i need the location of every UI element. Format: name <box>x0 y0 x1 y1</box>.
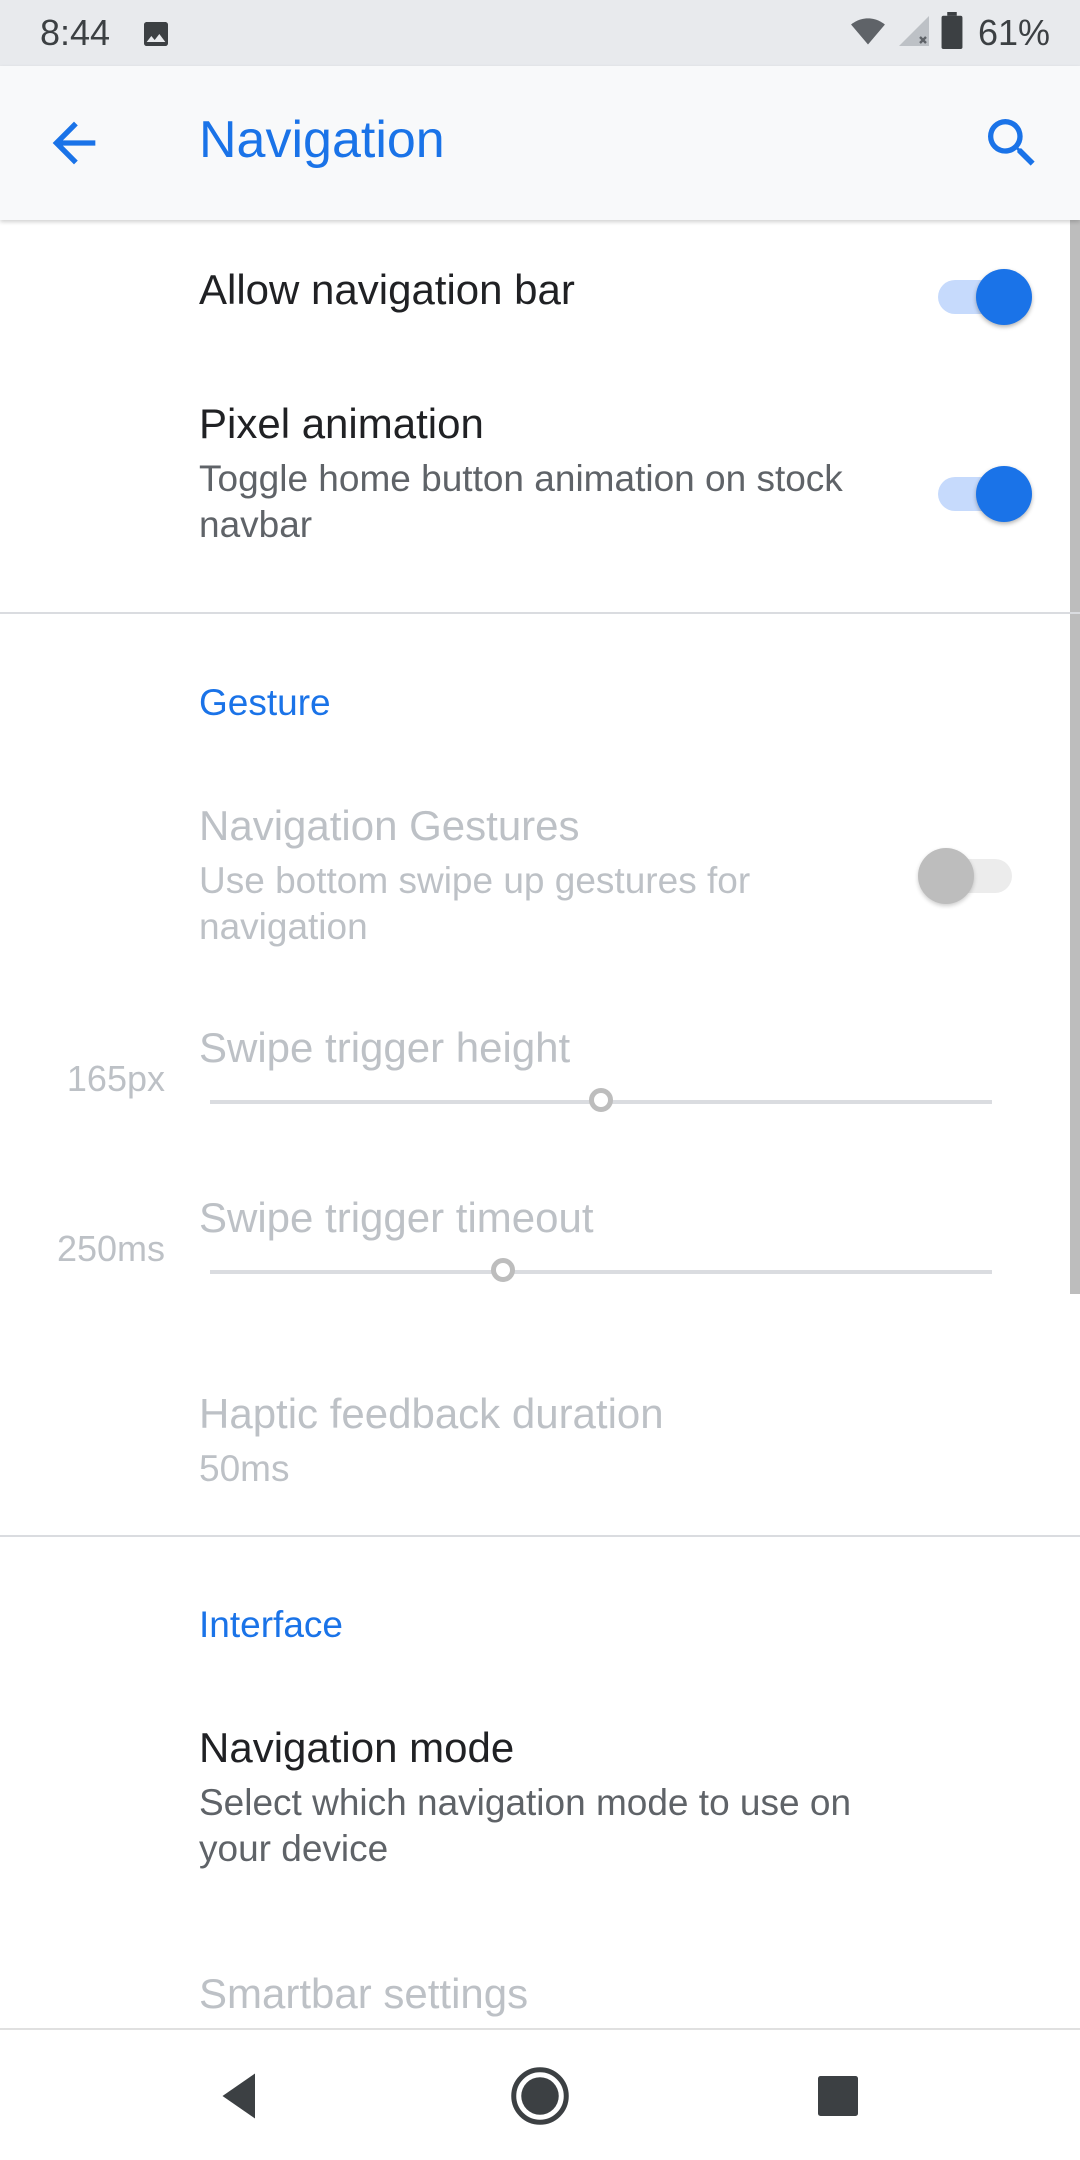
system-nav-bar <box>0 2028 1080 2160</box>
photo-icon <box>140 18 172 55</box>
status-time: 8:44 <box>40 12 111 53</box>
recents-square-icon[interactable] <box>808 2066 868 2126</box>
divider <box>0 612 1080 614</box>
app-bar: Navigation <box>0 66 1080 220</box>
back-triangle-icon[interactable] <box>210 2066 270 2126</box>
category-interface: Interface <box>199 1604 343 1645</box>
status-icons: 61% <box>848 10 1050 56</box>
swipe-timeout-row: 250ms Swipe trigger timeout <box>0 1180 1080 1330</box>
allow-navbar-row[interactable]: Allow navigation bar <box>0 220 1080 360</box>
navigation-gestures-row[interactable]: Navigation Gestures Use bottom swipe up … <box>0 780 1080 980</box>
category-gesture: Gesture <box>199 682 331 723</box>
divider <box>0 1535 1080 1537</box>
smartbar-settings-row[interactable]: Smartbar settings <box>0 1960 1080 2028</box>
home-circle-icon[interactable] <box>510 2066 570 2126</box>
switch-thumb <box>976 269 1032 325</box>
switch-thumb <box>976 466 1032 522</box>
cell-signal-icon <box>896 13 932 54</box>
allow-navbar-switch[interactable] <box>938 263 1032 325</box>
slider-thumb[interactable] <box>589 1088 613 1112</box>
search-icon[interactable] <box>980 111 1044 175</box>
pixel-animation-row[interactable]: Pixel animation Toggle home button anima… <box>0 360 1080 590</box>
pixel-animation-title: Pixel animation <box>199 400 484 447</box>
wifi-icon <box>848 13 888 54</box>
swipe-height-row: 165px Swipe trigger height <box>0 1010 1080 1160</box>
haptic-duration-title: Haptic feedback duration <box>199 1390 664 1437</box>
swipe-height-title: Swipe trigger height <box>199 1024 571 1071</box>
allow-navbar-title: Allow navigation bar <box>199 266 575 313</box>
haptic-duration-row[interactable]: Haptic feedback duration 50ms <box>0 1360 1080 1530</box>
switch-thumb <box>918 848 974 904</box>
navigation-mode-summary: Select which navigation mode to use on y… <box>199 1782 852 1869</box>
swipe-height-slider[interactable] <box>210 1088 992 1112</box>
navigation-mode-title: Navigation mode <box>199 1724 515 1771</box>
swipe-height-value: 165px <box>66 1058 165 1099</box>
pixel-animation-summary: Toggle home button animation on stock na… <box>199 458 843 545</box>
battery-percent: 61% <box>977 12 1050 53</box>
navigation-gestures-summary: Use bottom swipe up gestures for navigat… <box>199 860 751 947</box>
page-title: Navigation <box>199 111 445 169</box>
navigation-gestures-switch[interactable] <box>918 842 1012 904</box>
status-bar: 8:44 61% <box>0 0 1080 66</box>
swipe-timeout-title: Swipe trigger timeout <box>199 1194 594 1241</box>
navigation-gestures-title: Navigation Gestures <box>199 802 580 849</box>
battery-icon <box>940 11 964 55</box>
settings-list[interactable]: Allow navigation bar Pixel animation Tog… <box>0 220 1080 2028</box>
swipe-timeout-slider[interactable] <box>210 1258 992 1282</box>
haptic-duration-summary: 50ms <box>199 1448 290 1489</box>
slider-thumb[interactable] <box>491 1258 516 1282</box>
pixel-animation-switch[interactable] <box>938 460 1032 522</box>
swipe-timeout-value: 250ms <box>56 1228 165 1269</box>
back-arrow-icon[interactable] <box>42 111 106 175</box>
navigation-mode-row[interactable]: Navigation mode Select which navigation … <box>0 1700 1080 1900</box>
smartbar-settings-title: Smartbar settings <box>199 1970 529 2017</box>
